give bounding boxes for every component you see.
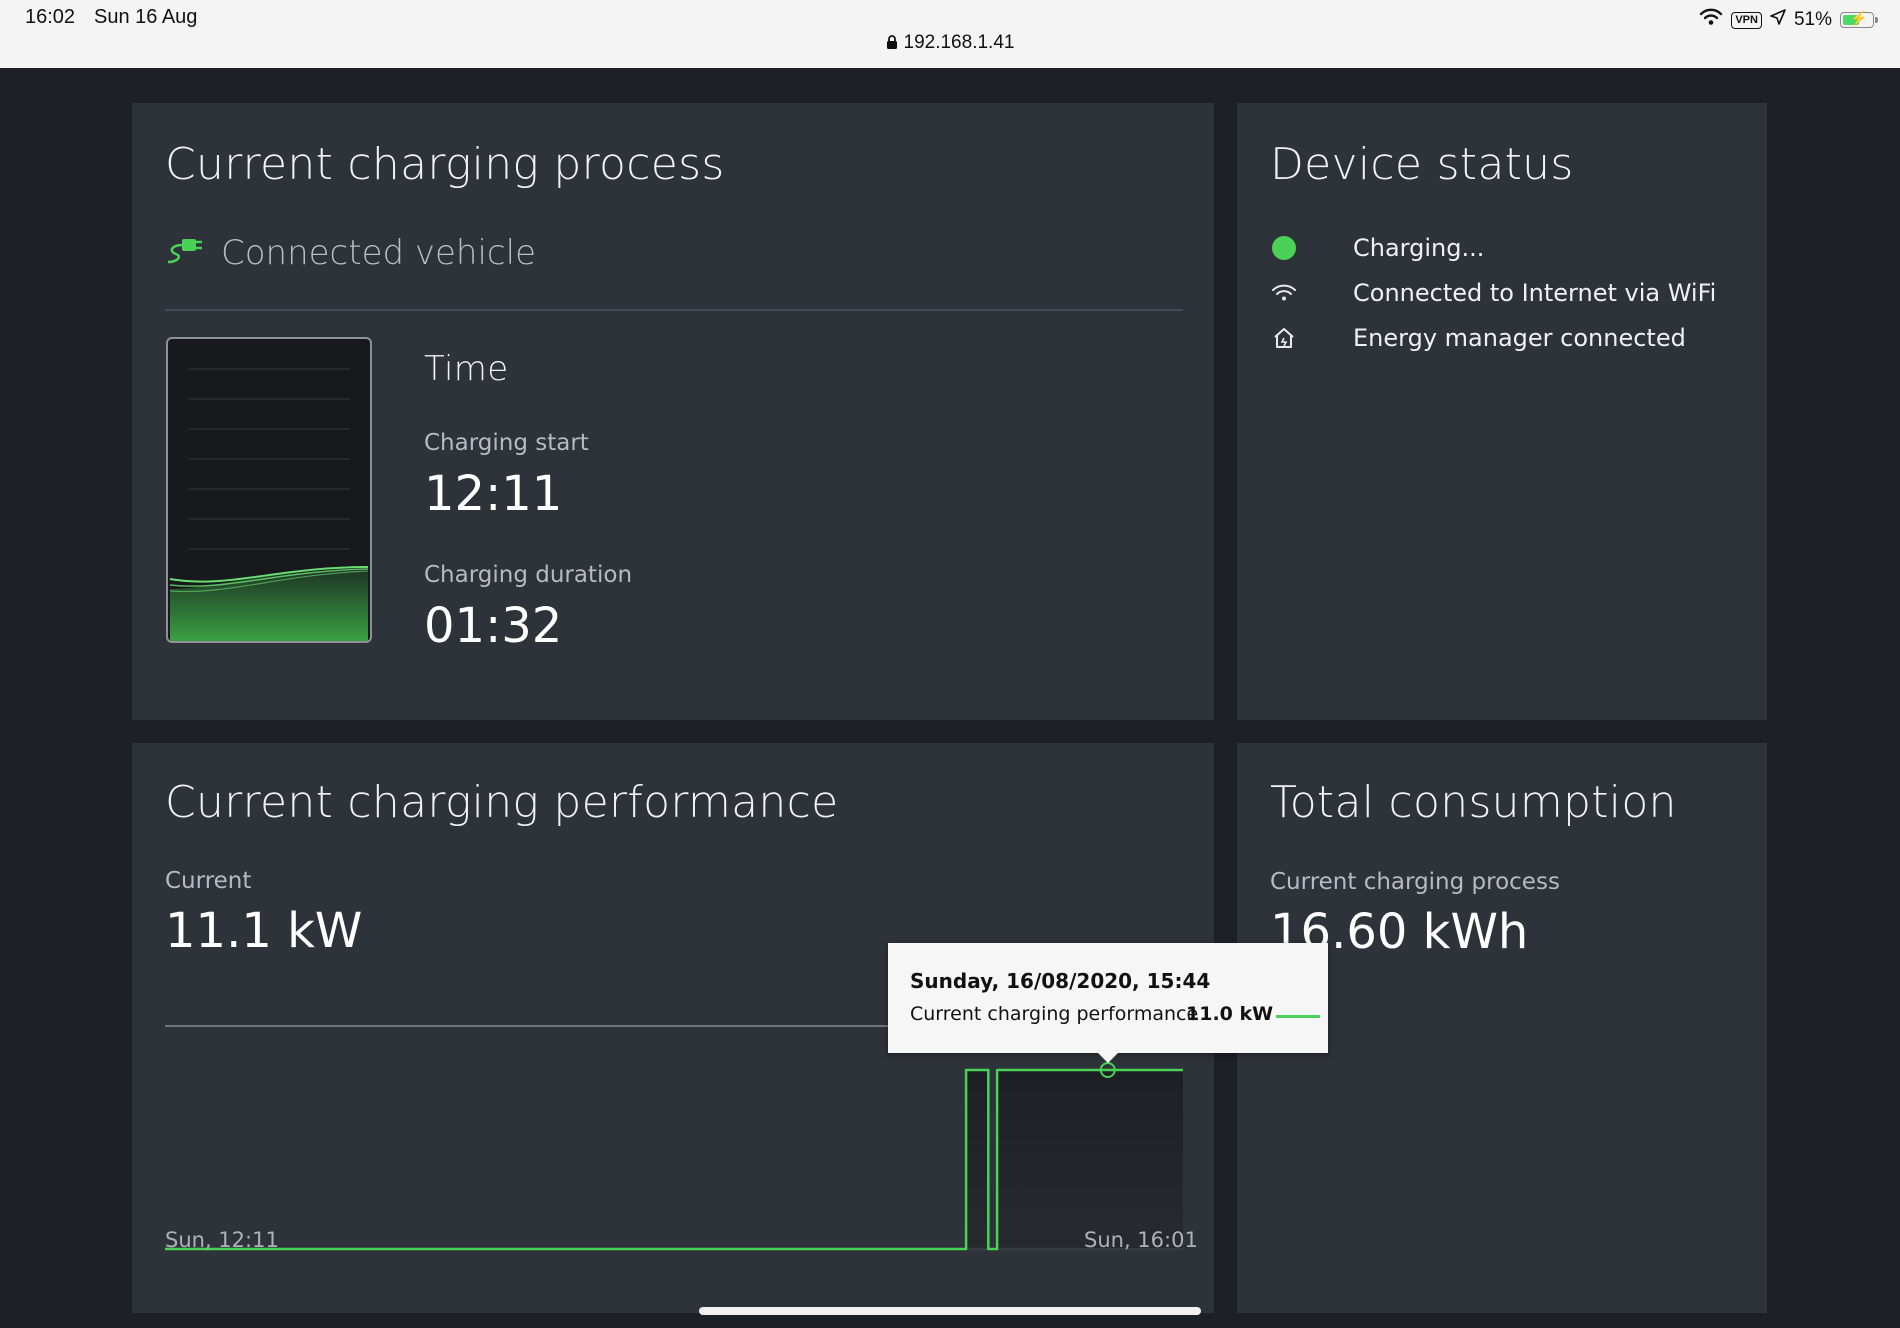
home-indicator[interactable]: [699, 1307, 1201, 1315]
tooltip-series-name: Current charging performance: [910, 1003, 1199, 1025]
tooltip-date: Sunday, 16/08/2020, 15:44: [910, 969, 1211, 993]
total-card-title: Total consumption: [1270, 777, 1677, 828]
tooltip-value: 11.0 kW: [1186, 1003, 1274, 1025]
tooltip-series-swatch: [1276, 1015, 1320, 1018]
chart-tooltip: Sunday, 16/08/2020, 15:44 Current chargi…: [888, 943, 1328, 1063]
chart-area: [165, 1070, 1183, 1249]
total-process-label: Current charging process: [1270, 869, 1560, 895]
x-axis-end-label: Sun, 16:01: [1084, 1228, 1198, 1252]
x-axis-start-label: Sun, 12:11: [165, 1228, 279, 1252]
